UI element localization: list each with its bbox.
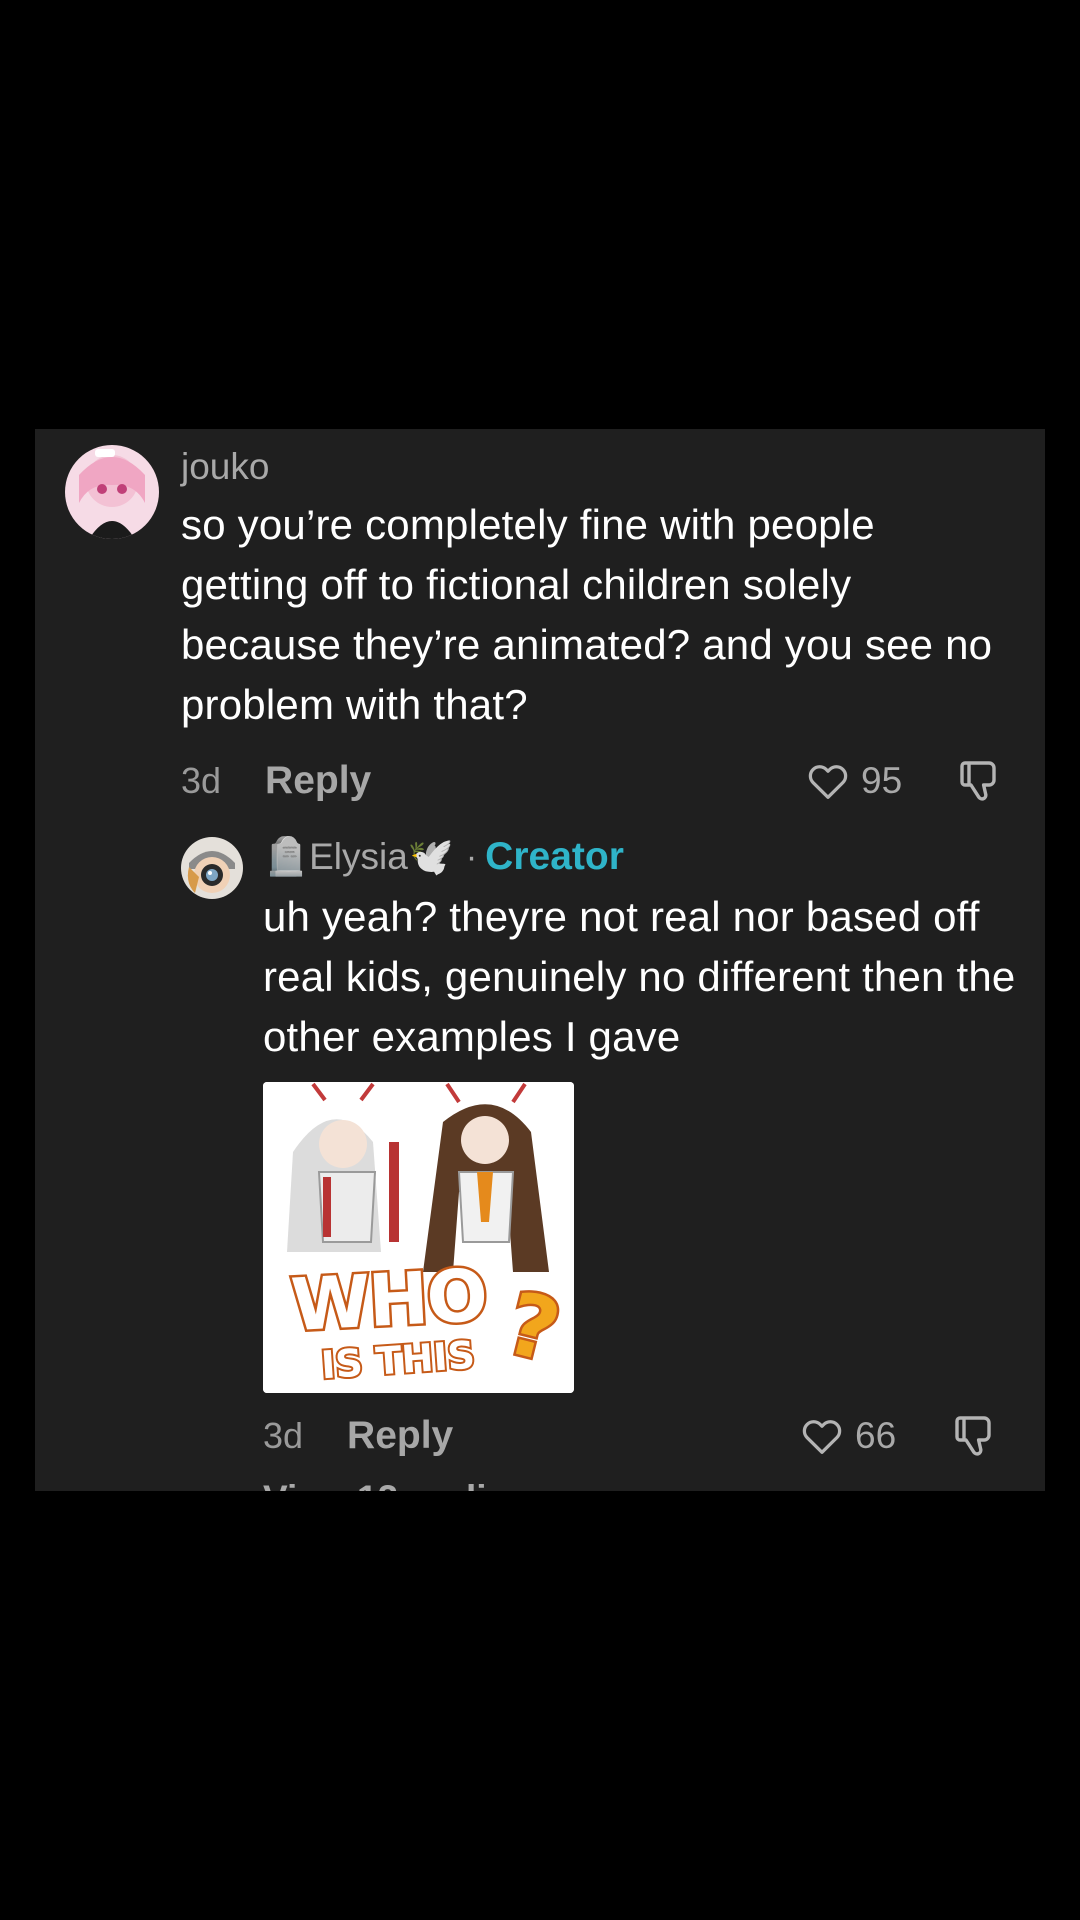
avatar[interactable] bbox=[65, 445, 159, 539]
reply-sticker-image[interactable]: WHO IS THIS ? bbox=[263, 1082, 574, 1393]
dislike-icon[interactable] bbox=[955, 757, 1003, 805]
reply-time: 3d bbox=[263, 1415, 304, 1456]
reply-header: 🪦Elysia🕊️ · Creator bbox=[263, 832, 624, 882]
comment-time: 3d bbox=[181, 760, 222, 801]
comment-username[interactable]: jouko bbox=[181, 445, 269, 489]
reply-username[interactable]: 🪦Elysia🕊️ bbox=[263, 835, 454, 879]
reply-like-button[interactable]: 66 bbox=[799, 1411, 896, 1461]
comment-panel: jouko so you’re completely fine with peo… bbox=[35, 429, 1045, 1491]
reply-like-count: 66 bbox=[855, 1415, 897, 1456]
separator-dot: · bbox=[465, 837, 478, 876]
like-count: 95 bbox=[861, 760, 903, 801]
reply-avatar-image bbox=[181, 837, 243, 899]
view-replies-link[interactable]: View 12 replies bbox=[263, 1478, 528, 1491]
comment-meta: 3d Reply bbox=[181, 756, 371, 806]
heart-icon bbox=[808, 765, 848, 799]
reply-avatar[interactable] bbox=[181, 837, 243, 899]
dislike-icon[interactable] bbox=[950, 1412, 998, 1460]
heart-icon bbox=[802, 1420, 842, 1454]
avatar-image bbox=[65, 445, 159, 539]
creator-badge: Creator bbox=[485, 835, 624, 878]
reply-reply-button[interactable]: Reply bbox=[347, 1414, 453, 1458]
reply-meta: 3d Reply bbox=[263, 1411, 453, 1461]
reply-button[interactable]: Reply bbox=[265, 759, 371, 803]
reply-text: uh yeah? theyre not real nor based off r… bbox=[263, 893, 1016, 1060]
like-button[interactable]: 95 bbox=[805, 756, 902, 806]
comment-text: so you’re completely fine with people ge… bbox=[181, 501, 993, 728]
